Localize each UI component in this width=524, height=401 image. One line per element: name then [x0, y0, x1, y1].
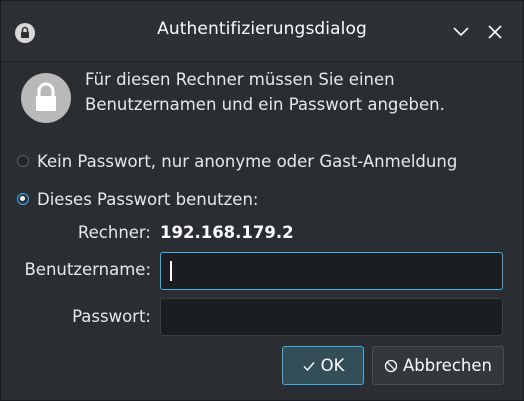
host-label: Rechner:: [77, 223, 151, 242]
chevron-down-icon[interactable]: [449, 20, 473, 44]
host-value: 192.168.179.2: [160, 223, 294, 242]
username-label: Benutzername:: [24, 260, 151, 279]
cancel-icon: [384, 359, 398, 373]
auth-message: Für diesen Rechner müssen Sie einen Benu…: [85, 70, 445, 114]
checkmark-icon: [302, 359, 316, 373]
lock-icon: [21, 73, 71, 123]
use-password-option[interactable]: Dieses Passwort benutzen:: [17, 187, 258, 211]
anonymous-label: Kein Passwort, nur anonyme oder Gast-Anm…: [37, 151, 458, 171]
title-bar[interactable]: Authentifizierungsdialog: [1, 1, 523, 62]
anonymous-radio[interactable]: [17, 155, 29, 167]
ok-button[interactable]: OK: [282, 346, 364, 385]
ok-label: OK: [320, 356, 345, 375]
password-radio[interactable]: [17, 193, 29, 205]
window-title: Authentifizierungsdialog: [157, 19, 367, 39]
password-label: Passwort:: [72, 307, 151, 326]
auth-dialog-window: Authentifizierungsdialog Für diesen Rech…: [0, 0, 524, 401]
close-icon[interactable]: [483, 20, 507, 44]
password-input[interactable]: [160, 298, 503, 336]
username-input[interactable]: [160, 252, 503, 290]
text-caret: [170, 261, 172, 281]
cancel-button[interactable]: Abbrechen: [372, 346, 504, 385]
use-password-label: Dieses Passwort benutzen:: [37, 189, 259, 209]
anonymous-login-option[interactable]: Kein Passwort, nur anonyme oder Gast-Anm…: [17, 149, 457, 173]
cancel-label: Abbrechen: [403, 356, 492, 375]
